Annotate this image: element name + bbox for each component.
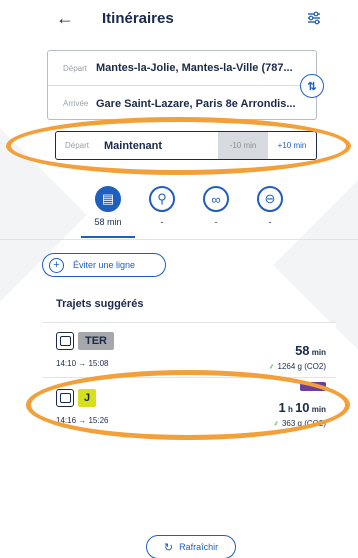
swap-vertical-icon[interactable]: ⇅ <box>300 74 324 98</box>
mode-car[interactable]: ⊖ - <box>247 186 293 227</box>
divider <box>0 239 358 240</box>
line-badge: TER <box>78 332 114 350</box>
refresh-icon: ↻ <box>163 541 174 554</box>
journey-times: 14:16 → 15:26 <box>56 416 109 425</box>
train-icon <box>56 389 74 407</box>
journey-duration: 1 h 10 min <box>278 400 326 415</box>
avoid-line-button[interactable]: + Éviter une ligne <box>42 253 166 277</box>
train-icon <box>56 332 74 350</box>
depart-value: Mantes-la-Jolie, Mantes-la-Ville (787... <box>96 62 293 74</box>
plus-10-button[interactable]: +10 min <box>268 132 316 159</box>
journey-co2: ⸙ 363 g (CO2) <box>272 419 326 428</box>
journey-item[interactable]: TER 14:10 → 15:08 58 min ⸙ 1264 g (CO2) <box>43 322 336 378</box>
time-selector[interactable]: Départ Maintenant -10 min +10 min <box>55 131 317 160</box>
mode-duration: - <box>214 217 218 227</box>
bike-icon: ∞ <box>203 186 229 212</box>
refresh-button[interactable]: ↻ Rafraîchir <box>146 535 236 558</box>
mode-bike[interactable]: ∞ - <box>193 186 239 227</box>
journey-co2: ⸙ 1264 g (CO2) <box>268 362 326 371</box>
arrivee-field[interactable]: Arrivée Gare Saint-Lazare, Paris 8e Arro… <box>48 86 316 121</box>
mode-walk[interactable]: ⚲ - <box>139 186 185 227</box>
mode-duration: - <box>160 217 164 227</box>
time-label: Départ <box>65 141 90 150</box>
route-box: Départ Mantes-la-Jolie, Mantes-la-Ville … <box>47 50 317 120</box>
top-bar: ← Itinéraires <box>0 0 358 40</box>
depart-field[interactable]: Départ Mantes-la-Jolie, Mantes-la-Ville … <box>48 51 316 86</box>
car-icon: ⊖ <box>257 186 283 212</box>
journey-duration: 58 min <box>295 343 326 358</box>
mode-duration: - <box>268 217 272 227</box>
active-tab-indicator <box>81 236 135 238</box>
journey-item[interactable]: J 14:16 → 15:26 1 h 10 min ⸙ 363 g (CO2) <box>43 380 336 438</box>
walk-icon: ⚲ <box>149 186 175 212</box>
depart-label: Départ <box>63 63 88 73</box>
minus-10-button[interactable]: -10 min <box>218 132 268 159</box>
mode-duration: 58 min <box>94 217 122 227</box>
purple-tag <box>300 382 326 391</box>
arrivee-label: Arrivée <box>63 99 89 108</box>
journey-times: 14:10 → 15:08 <box>56 359 109 368</box>
leaf-icon: ⸙ <box>272 419 279 428</box>
arrow-left-icon[interactable]: ← <box>56 9 74 27</box>
time-value: Maintenant <box>104 139 163 152</box>
mode-transit[interactable]: ▤ 58 min <box>85 186 131 227</box>
leaf-icon: ⸙ <box>268 362 275 371</box>
refresh-label: Rafraîchir <box>179 542 219 552</box>
plus-icon: + <box>49 257 64 273</box>
line-badge: J <box>78 389 96 407</box>
sliders-icon[interactable] <box>306 10 322 26</box>
page-title: Itinéraires <box>102 10 174 27</box>
transport-modes: ▤ 58 min ⚲ - ∞ - ⊖ - <box>0 186 358 238</box>
avoid-line-label: Éviter une ligne <box>73 260 136 270</box>
train-bus-icon: ▤ <box>95 186 121 212</box>
arrivee-value: Gare Saint-Lazare, Paris 8e Arrondis... <box>96 97 296 110</box>
section-title: Trajets suggérés <box>56 298 144 310</box>
